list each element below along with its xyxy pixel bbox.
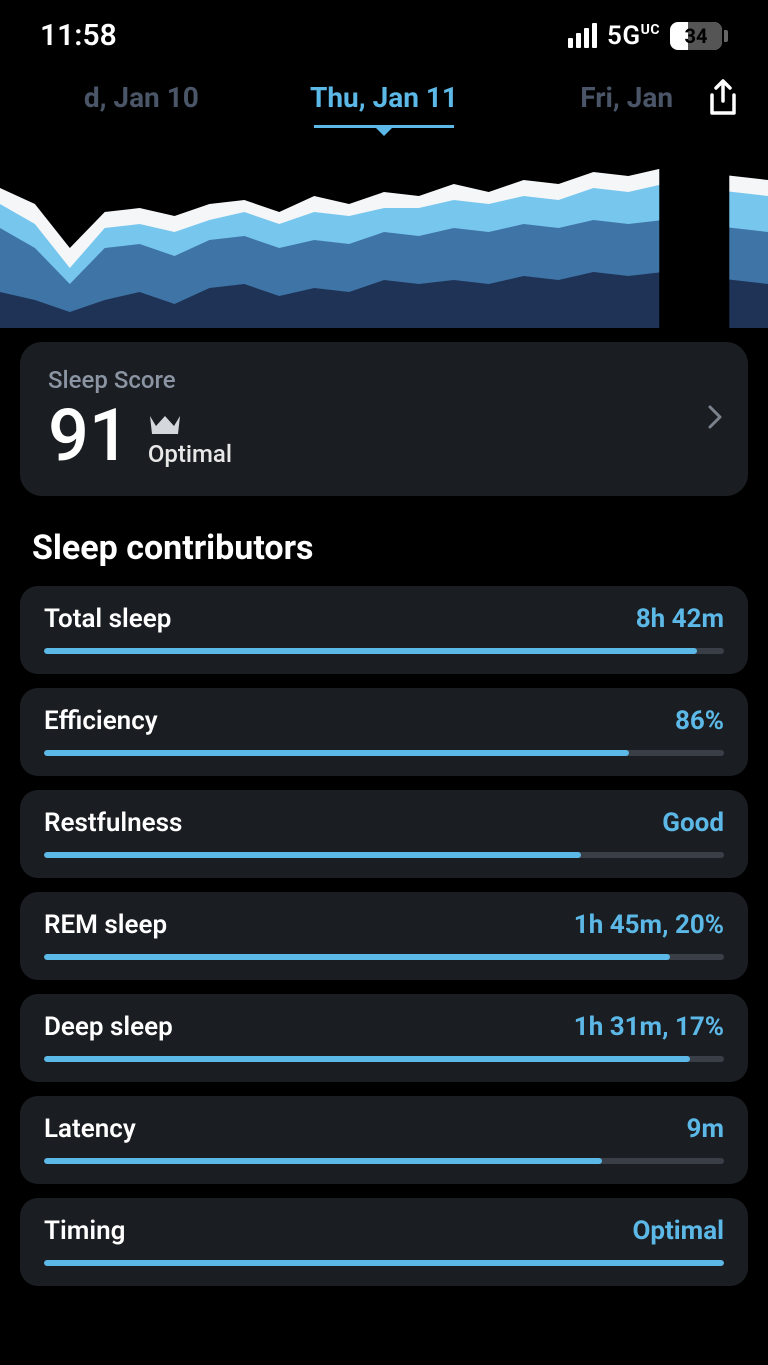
contributor-value: 9m: [687, 1114, 724, 1144]
contributor-label: REM sleep: [44, 910, 167, 940]
contributors-list: Total sleep 8h 42m Efficiency 86% Restfu…: [0, 586, 768, 1286]
contributor-row[interactable]: Latency 9m: [20, 1096, 748, 1184]
progress-fill: [44, 750, 629, 756]
sleep-score-card[interactable]: Sleep Score 91 Optimal: [20, 342, 748, 496]
contributor-row[interactable]: REM sleep 1h 45m, 20%: [20, 892, 748, 980]
tab-current-day[interactable]: Thu, Jan 11: [263, 81, 506, 114]
progress-fill: [44, 852, 581, 858]
progress-fill: [44, 1056, 690, 1062]
progress-track: [44, 852, 724, 858]
progress-track: [44, 648, 724, 654]
contributor-row[interactable]: Restfulness Good: [20, 790, 748, 878]
section-title-contributors: Sleep contributors: [0, 496, 768, 586]
sleep-score-label: Sleep Score: [48, 366, 720, 394]
progress-track: [44, 1056, 724, 1062]
status-bar: 11:58 5G UC 34: [0, 0, 768, 61]
tab-prev-day[interactable]: d, Jan 10: [20, 81, 263, 114]
progress-fill: [44, 648, 697, 654]
contributor-row[interactable]: Deep sleep 1h 31m, 17%: [20, 994, 748, 1082]
share-button[interactable]: [706, 79, 740, 121]
network-label: 5G UC: [607, 21, 660, 51]
status-right: 5G UC 34: [568, 21, 728, 51]
status-time: 11:58: [40, 18, 117, 53]
contributor-label: Total sleep: [44, 604, 171, 634]
progress-track: [44, 1158, 724, 1164]
sleep-stages-chart: [0, 128, 768, 328]
contributor-label: Deep sleep: [44, 1012, 173, 1042]
crown-icon: [148, 412, 182, 436]
contributor-value: Good: [662, 808, 724, 838]
contributor-value: Optimal: [632, 1216, 724, 1246]
progress-fill: [44, 954, 670, 960]
progress-track: [44, 750, 724, 756]
battery-icon: 34: [670, 22, 728, 50]
progress-fill: [44, 1260, 724, 1266]
progress-track: [44, 954, 724, 960]
date-tabs: d, Jan 10 Thu, Jan 11 Fri, Jan: [0, 61, 768, 128]
chevron-right-icon: [706, 403, 724, 435]
contributor-label: Restfulness: [44, 808, 182, 838]
contributor-label: Efficiency: [44, 706, 158, 736]
contributor-value: 8h 42m: [636, 604, 724, 634]
sleep-score-status: Optimal: [148, 440, 232, 468]
contributor-label: Timing: [44, 1216, 125, 1246]
progress-fill: [44, 1158, 602, 1164]
contributor-value: 86%: [675, 706, 724, 736]
contributor-row[interactable]: Efficiency 86%: [20, 688, 748, 776]
contributor-row[interactable]: Total sleep 8h 42m: [20, 586, 748, 674]
progress-track: [44, 1260, 724, 1266]
contributor-label: Latency: [44, 1114, 136, 1144]
contributor-row[interactable]: Timing Optimal: [20, 1198, 748, 1286]
signal-icon: [568, 23, 597, 48]
contributor-value: 1h 45m, 20%: [574, 910, 724, 940]
sleep-score-value: 91: [48, 400, 130, 472]
contributor-value: 1h 31m, 17%: [574, 1012, 724, 1042]
